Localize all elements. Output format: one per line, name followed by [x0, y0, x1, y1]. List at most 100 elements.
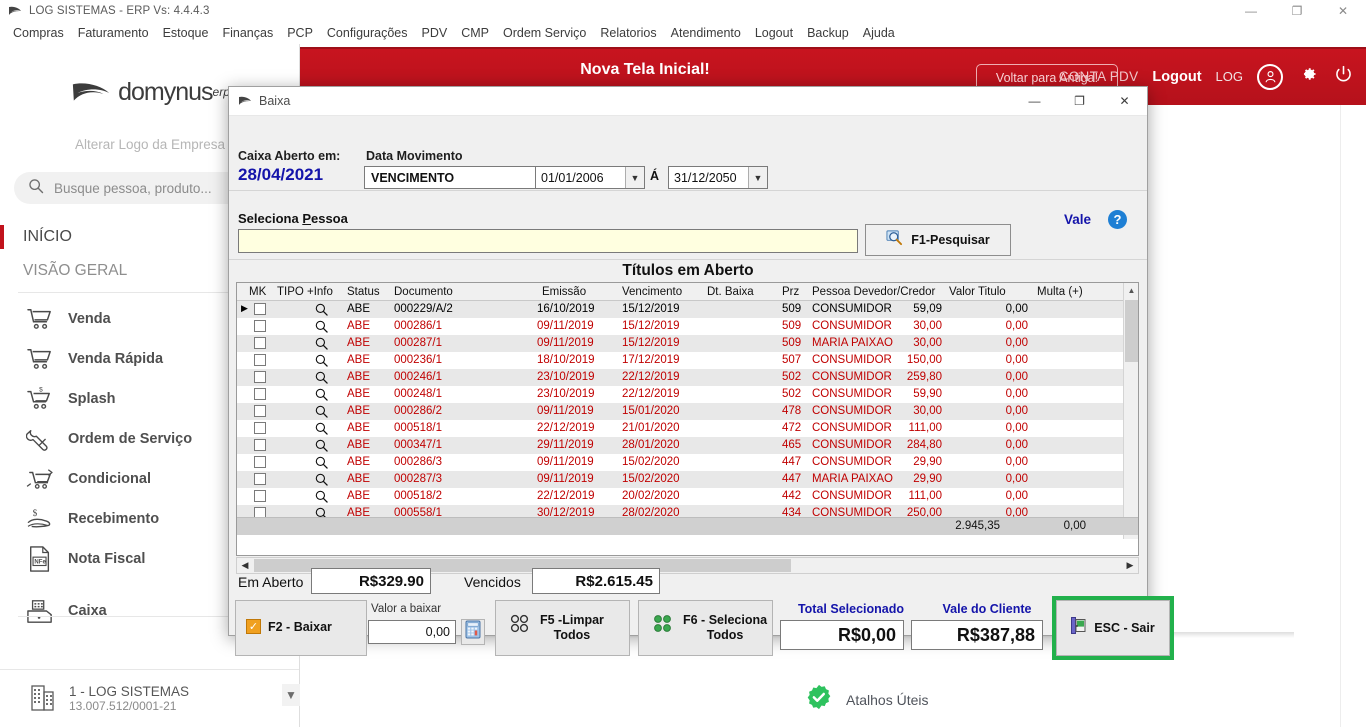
row-checkbox[interactable]: [254, 388, 266, 400]
calculator-button[interactable]: [461, 619, 485, 645]
date-to-spinner-icon[interactable]: ▼: [748, 167, 767, 188]
menu-item-logout[interactable]: Logout: [748, 24, 800, 42]
window-minimize-button[interactable]: —: [1228, 0, 1274, 22]
grid-column-header[interactable]: MK: [249, 286, 266, 298]
date-from-input[interactable]: 01/01/2006 ▼: [535, 166, 645, 189]
row-info-magnifier-icon[interactable]: [315, 303, 328, 319]
grid-column-header[interactable]: Pessoa Devedor/Credor: [812, 286, 935, 298]
user-avatar-icon[interactable]: [1257, 63, 1283, 90]
date-from-spinner-icon[interactable]: ▼: [625, 167, 644, 188]
table-row[interactable]: ABE 000246/1 23/10/2019 22/12/2019 502 CONSUM…: [237, 369, 1138, 386]
esc-sair-button[interactable]: ESC - Sair: [1056, 600, 1170, 656]
table-row[interactable]: ABE 000347/1 29/11/2019 28/01/2020 465 CONSUM…: [237, 437, 1138, 454]
grid-column-header[interactable]: +Info: [307, 286, 333, 298]
row-info-magnifier-icon[interactable]: [315, 490, 328, 506]
logout-link[interactable]: Logout: [1152, 69, 1201, 85]
row-checkbox[interactable]: [254, 405, 266, 417]
f5-limpar-todos-button[interactable]: F5 -Limpar Todos: [495, 600, 630, 656]
grid-column-header[interactable]: Vencimento: [622, 286, 682, 298]
row-checkbox[interactable]: [254, 371, 266, 383]
row-info-magnifier-icon[interactable]: [315, 337, 328, 353]
row-checkbox[interactable]: [254, 473, 266, 485]
grid-column-header[interactable]: Multa (+): [1037, 286, 1083, 298]
grid-vertical-scrollbar[interactable]: ▲ ▼: [1123, 283, 1138, 539]
company-info[interactable]: 1 - LOG SISTEMAS 13.007.512/0001-21: [0, 669, 299, 727]
cell-multa: 0,00: [1005, 422, 1028, 434]
menu-item-atendimento[interactable]: Atendimento: [664, 24, 748, 42]
dialog-close-button[interactable]: ✕: [1102, 87, 1147, 116]
grid-column-header[interactable]: TIPO: [277, 286, 304, 298]
row-info-magnifier-icon[interactable]: [315, 405, 328, 421]
menu-item-finan-as[interactable]: Finanças: [215, 24, 280, 42]
menu-item-estoque[interactable]: Estoque: [156, 24, 216, 42]
grid-column-header[interactable]: Documento: [394, 286, 453, 298]
row-info-magnifier-icon[interactable]: [315, 439, 328, 455]
menu-item-faturamento[interactable]: Faturamento: [71, 24, 156, 42]
cell-vencimento: 22/12/2019: [622, 371, 680, 383]
table-row[interactable]: ABE 000286/1 09/11/2019 15/12/2019 509 CONSUM…: [237, 318, 1138, 335]
table-row[interactable]: ABE 000287/1 09/11/2019 15/12/2019 509 MARIA …: [237, 335, 1138, 352]
cart-money-icon: $: [22, 385, 58, 413]
grid-column-header[interactable]: Valor Titulo: [949, 286, 1006, 298]
row-checkbox[interactable]: [254, 354, 266, 366]
menu-item-ordem-servi-o[interactable]: Ordem Serviço: [496, 24, 593, 42]
hscroll-left-icon[interactable]: ◀: [237, 558, 253, 573]
row-info-magnifier-icon[interactable]: [315, 320, 328, 336]
row-checkbox[interactable]: [254, 490, 266, 502]
row-info-magnifier-icon[interactable]: [315, 473, 328, 489]
pessoa-input[interactable]: [238, 229, 858, 253]
conta-pdv-link[interactable]: CONTA PDV: [1059, 69, 1139, 84]
vscroll-thumb[interactable]: [1125, 300, 1138, 362]
sidebar-item-visao-geral[interactable]: VISÃO GERAL: [23, 262, 127, 280]
row-checkbox[interactable]: [254, 337, 266, 349]
menu-item-relatorios[interactable]: Relatorios: [593, 24, 663, 42]
date-to-input[interactable]: 31/12/2050 ▼: [668, 166, 768, 189]
window-close-button[interactable]: ✕: [1320, 0, 1366, 22]
table-row[interactable]: ▶ ABE 000229/A/2 16/10/2019 15/12/2019 509 CON…: [237, 301, 1138, 318]
f1-pesquisar-button[interactable]: F1-Pesquisar: [865, 224, 1011, 256]
row-info-magnifier-icon[interactable]: [315, 422, 328, 438]
menu-item-compras[interactable]: Compras: [6, 24, 71, 42]
grid-column-header[interactable]: Status: [347, 286, 380, 298]
row-info-magnifier-icon[interactable]: [315, 388, 328, 404]
window-restore-button[interactable]: ❐: [1274, 0, 1320, 22]
table-row[interactable]: ABE 000286/3 09/11/2019 15/02/2020 447 CONSUM…: [237, 454, 1138, 471]
menu-item-pcp[interactable]: PCP: [280, 24, 320, 42]
table-row[interactable]: ABE 000286/2 09/11/2019 15/01/2020 478 CONSUM…: [237, 403, 1138, 420]
help-icon[interactable]: ?: [1108, 210, 1127, 229]
titulos-grid[interactable]: MK TIPO +Info Status Documento Emissão Vencime…: [236, 282, 1139, 556]
table-row[interactable]: ABE 000287/3 09/11/2019 15/02/2020 447 MARIA …: [237, 471, 1138, 488]
movimento-type-select[interactable]: VENCIMENTO ▼: [364, 166, 549, 189]
total-selecionado-field: R$0,00: [780, 620, 904, 650]
table-row[interactable]: ABE 000518/2 22/12/2019 20/02/2020 442 CONSUM…: [237, 488, 1138, 505]
grid-column-header[interactable]: Prz: [782, 286, 799, 298]
menu-item-ajuda[interactable]: Ajuda: [856, 24, 902, 42]
hscroll-right-icon[interactable]: ▶: [1122, 558, 1138, 573]
scroll-up-icon[interactable]: ▲: [1124, 283, 1138, 298]
row-info-magnifier-icon[interactable]: [315, 371, 328, 387]
valor-baixar-input[interactable]: 0,00: [368, 620, 456, 644]
f6-seleciona-todos-button[interactable]: F6 - Seleciona Todos: [638, 600, 773, 656]
dialog-maximize-button[interactable]: ❐: [1057, 87, 1102, 116]
menu-item-cmp[interactable]: CMP: [454, 24, 496, 42]
table-row[interactable]: ABE 000518/1 22/12/2019 21/01/2020 472 CONSUM…: [237, 420, 1138, 437]
row-checkbox[interactable]: [254, 456, 266, 468]
table-row[interactable]: ABE 000236/1 18/10/2019 17/12/2019 507 CONSUM…: [237, 352, 1138, 369]
menu-item-pdv[interactable]: PDV: [415, 24, 455, 42]
table-row[interactable]: ABE 000248/1 23/10/2019 22/12/2019 502 CONSUM…: [237, 386, 1138, 403]
row-checkbox[interactable]: [254, 439, 266, 451]
row-checkbox[interactable]: [254, 320, 266, 332]
grid-column-header[interactable]: Emissão: [542, 286, 586, 298]
row-info-magnifier-icon[interactable]: [315, 456, 328, 472]
row-checkbox[interactable]: [254, 422, 266, 434]
cell-valor: 111,00: [908, 490, 942, 502]
f2-baixar-button[interactable]: ✓ F2 - Baixar: [235, 600, 367, 656]
row-info-magnifier-icon[interactable]: [315, 354, 328, 370]
power-off-icon[interactable]: [1333, 64, 1354, 90]
dialog-minimize-button[interactable]: —: [1012, 87, 1057, 116]
settings-gear-icon[interactable]: [1297, 63, 1319, 90]
menu-item-backup[interactable]: Backup: [800, 24, 856, 42]
grid-column-header[interactable]: Dt. Baixa: [707, 286, 754, 298]
row-checkbox[interactable]: [254, 303, 266, 315]
menu-item-configura-es[interactable]: Configurações: [320, 24, 415, 42]
